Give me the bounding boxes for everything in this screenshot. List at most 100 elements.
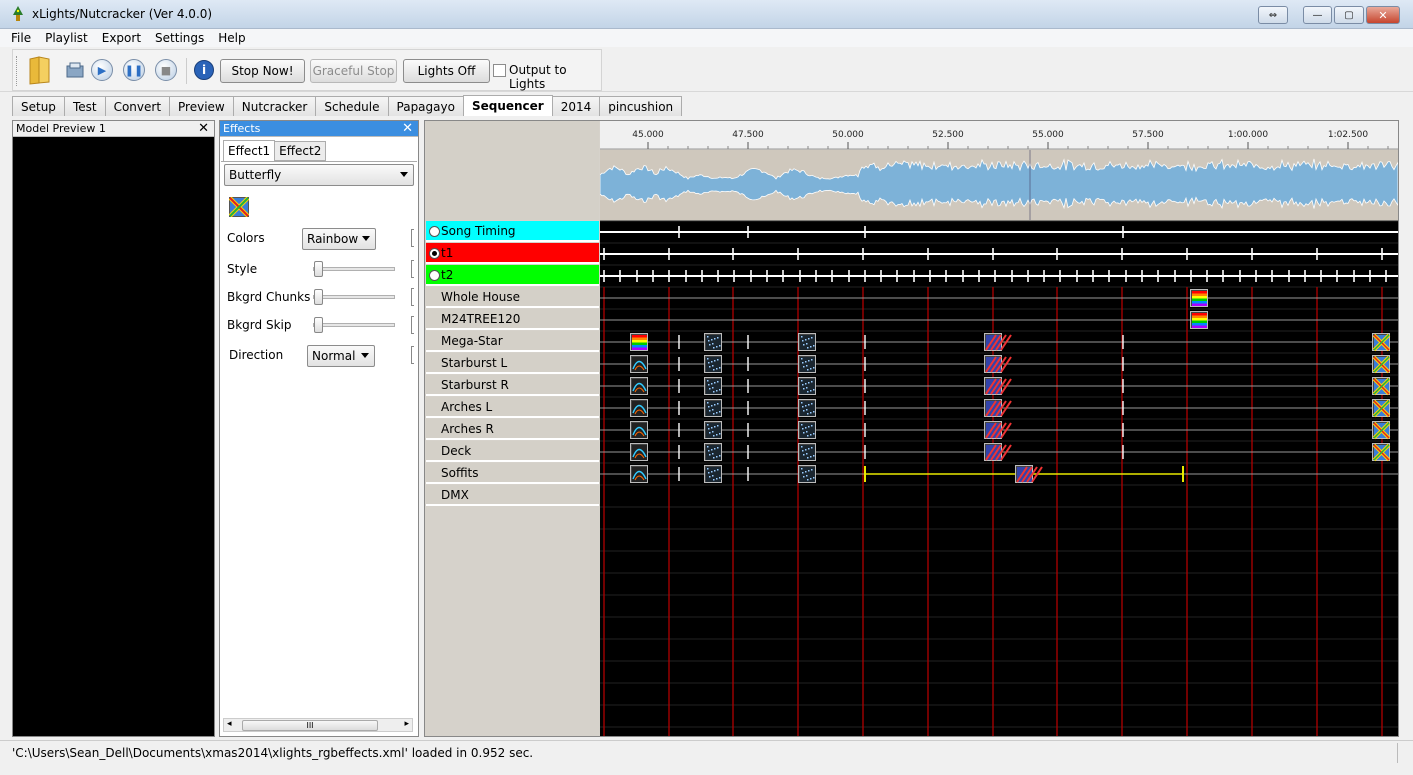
direction-select[interactable]: Normal [307, 345, 375, 367]
timing-row-label[interactable]: t2 [426, 265, 599, 286]
bars-effect[interactable] [1190, 289, 1208, 307]
butterfly-effect[interactable] [1372, 443, 1391, 462]
tab-effect1[interactable]: Effect1 [223, 140, 276, 161]
model-row-label[interactable]: Soffits [426, 463, 599, 484]
arch-effect[interactable] [630, 377, 648, 395]
colors-select[interactable]: Rainbow [302, 228, 376, 250]
bkgrd-chunks-slider[interactable] [313, 289, 395, 305]
play-icon: ▶ [91, 59, 113, 81]
model-row-label[interactable]: Starburst L [426, 353, 599, 374]
bars-effect[interactable] [630, 333, 648, 351]
tab-setup[interactable]: Setup [12, 96, 65, 116]
stop-now-button[interactable]: Stop Now! [220, 59, 305, 83]
model-row-label[interactable]: M24TREE120 [426, 309, 599, 330]
save-icon[interactable] [63, 58, 87, 82]
tab-schedule[interactable]: Schedule [315, 96, 389, 116]
model-preview-canvas[interactable] [13, 138, 214, 736]
timing-radio[interactable] [429, 226, 440, 237]
model-row-label[interactable]: Deck [426, 441, 599, 462]
sparkle-effect-part [717, 425, 719, 427]
minimize-button[interactable]: — [1303, 6, 1332, 24]
tab-effect2[interactable]: Effect2 [274, 141, 327, 161]
sparkle-effect[interactable] [798, 443, 816, 461]
style-slider[interactable] [313, 261, 395, 277]
sparkle-effect-part [713, 457, 715, 459]
close-button[interactable]: ✕ [1366, 6, 1400, 24]
sparkle-effect[interactable] [798, 465, 816, 483]
close-icon[interactable]: ✕ [402, 121, 413, 136]
model-row-label[interactable]: Arches L [426, 397, 599, 418]
arch-effect[interactable] [630, 399, 648, 417]
pause-button[interactable]: ❚❚ [122, 58, 146, 82]
folder-icon[interactable] [27, 55, 53, 85]
menu-help[interactable]: Help [218, 31, 245, 45]
style-slider-thumb[interactable] [314, 261, 323, 277]
toolbar-grip[interactable] [16, 56, 19, 86]
timing-row-label[interactable]: t1 [426, 243, 599, 264]
sparkle-effect[interactable] [704, 399, 722, 417]
tab-pincushion[interactable]: pincushion [599, 96, 683, 116]
arch-effect[interactable] [630, 443, 648, 461]
bkgrd-skip-slider[interactable] [313, 317, 395, 333]
menu-file[interactable]: File [11, 31, 31, 45]
butterfly-effect[interactable] [1372, 355, 1391, 374]
model-row-label[interactable]: Arches R [426, 419, 599, 440]
effects-hscrollbar[interactable]: ◂ III ▸ [223, 718, 413, 732]
restore-arrows-button[interactable]: ⇔ [1258, 6, 1288, 24]
sparkle-effect[interactable] [704, 377, 722, 395]
scroll-left-icon[interactable]: ◂ [227, 719, 232, 729]
sparkle-effect[interactable] [704, 465, 722, 483]
sparkle-effect[interactable] [704, 421, 722, 439]
bkgrd-chunks-edge [411, 288, 414, 306]
timing-row-label[interactable]: Song Timing [426, 221, 599, 242]
effect-type-select[interactable]: Butterfly [224, 164, 414, 186]
sequence-grid[interactable]: 45.000 47.500 50.000 52.500 55.000 57.500 1:00… [600, 121, 1398, 736]
sparkle-effect-part [708, 450, 710, 452]
model-row-label[interactable]: Mega-Star [426, 331, 599, 352]
tab-2014[interactable]: 2014 [551, 96, 601, 116]
tab-sequencer[interactable]: Sequencer [462, 95, 553, 116]
direction-label: Direction [229, 348, 284, 362]
timing-radio[interactable] [429, 270, 440, 281]
bars-effect[interactable] [1190, 311, 1208, 329]
play-button[interactable]: ▶ [90, 58, 114, 82]
model-row-label[interactable]: Starburst R [426, 375, 599, 396]
tab-preview[interactable]: Preview [169, 96, 234, 116]
timing-radio[interactable] [429, 248, 440, 259]
tab-nutcracker[interactable]: Nutcracker [232, 96, 317, 116]
sparkle-effect[interactable] [704, 355, 722, 373]
maximize-button[interactable]: ▢ [1334, 6, 1364, 24]
sparkle-effect[interactable] [704, 443, 722, 461]
menu-settings[interactable]: Settings [155, 31, 204, 45]
arch-effect[interactable] [630, 355, 648, 373]
close-icon[interactable]: ✕ [198, 121, 209, 136]
butterfly-effect[interactable] [1372, 333, 1391, 352]
tab-convert[interactable]: Convert [104, 96, 171, 116]
sparkle-effect[interactable] [798, 421, 816, 439]
arch-effect[interactable] [630, 465, 648, 483]
sparkle-effect[interactable] [798, 355, 816, 373]
butterfly-effect[interactable] [1372, 421, 1391, 440]
butterfly-effect[interactable] [1372, 377, 1391, 396]
model-row-label[interactable]: Whole House [426, 287, 599, 308]
tab-test[interactable]: Test [63, 96, 106, 116]
sparkle-effect[interactable] [798, 399, 816, 417]
scroll-thumb[interactable]: III [242, 720, 378, 731]
bkgrd-chunks-thumb[interactable] [314, 289, 323, 305]
menu-playlist[interactable]: Playlist [45, 31, 88, 45]
menu-export[interactable]: Export [102, 31, 141, 45]
tab-papagayo[interactable]: Papagayo [387, 96, 464, 116]
info-button[interactable]: i [192, 58, 216, 82]
bkgrd-skip-thumb[interactable] [314, 317, 323, 333]
sparkle-effect[interactable] [798, 377, 816, 395]
output-to-lights-checkbox[interactable] [493, 64, 506, 77]
arch-effect[interactable] [630, 421, 648, 439]
scroll-right-icon[interactable]: ▸ [404, 719, 409, 729]
butterfly-effect[interactable] [1372, 399, 1391, 418]
sparkle-effect[interactable] [798, 333, 816, 351]
lights-off-button[interactable]: Lights Off [403, 59, 490, 83]
sparkle-effect[interactable] [704, 333, 722, 351]
graceful-stop-button[interactable]: Graceful Stop [310, 59, 397, 83]
stop-button[interactable]: ■ [154, 58, 178, 82]
model-row-label[interactable]: DMX [426, 485, 599, 506]
